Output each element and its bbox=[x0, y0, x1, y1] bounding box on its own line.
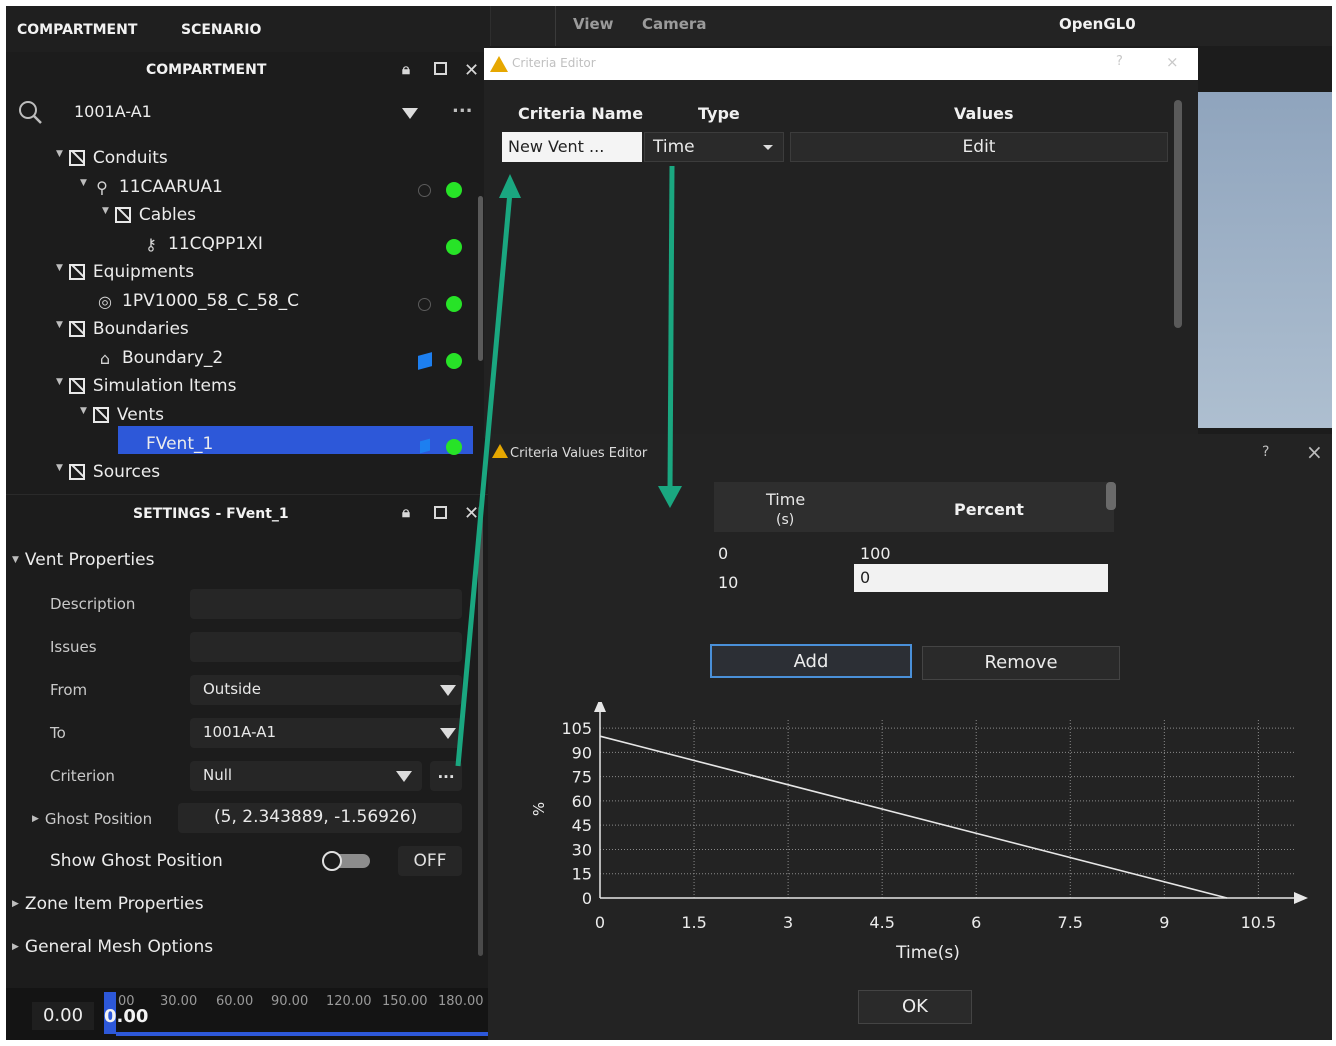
annotation-arrow-line bbox=[667, 165, 675, 491]
annotation-arrow-line bbox=[455, 191, 513, 767]
annotation-arrows bbox=[455, 165, 682, 767]
annotation-arrowhead bbox=[499, 174, 521, 198]
annotation-arrowhead bbox=[658, 486, 682, 508]
